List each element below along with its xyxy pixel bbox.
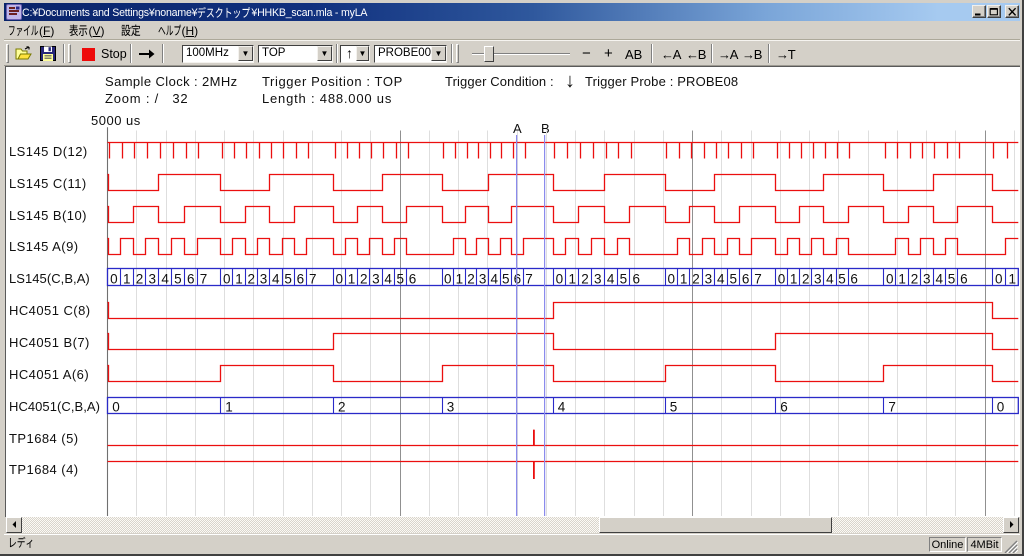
svg-text:7: 7 bbox=[888, 399, 896, 414]
svg-text:4: 4 bbox=[607, 271, 615, 286]
svg-text:1: 1 bbox=[898, 271, 906, 286]
svg-text:1: 1 bbox=[235, 271, 243, 286]
svg-text:4: 4 bbox=[161, 271, 169, 286]
svg-text:3: 3 bbox=[260, 271, 268, 286]
svg-text:0: 0 bbox=[444, 271, 452, 286]
svg-text:5: 5 bbox=[948, 271, 956, 286]
svg-text:2: 2 bbox=[360, 271, 368, 286]
svg-text:6: 6 bbox=[742, 271, 750, 286]
svg-text:6: 6 bbox=[960, 271, 968, 286]
svg-text:7: 7 bbox=[525, 271, 533, 286]
svg-text:2: 2 bbox=[467, 271, 475, 286]
svg-text:6: 6 bbox=[187, 271, 195, 286]
svg-text:5: 5 bbox=[174, 271, 182, 286]
svg-text:7: 7 bbox=[200, 271, 208, 286]
svg-text:1: 1 bbox=[225, 399, 233, 414]
svg-text:5: 5 bbox=[397, 271, 405, 286]
svg-text:0: 0 bbox=[667, 271, 675, 286]
svg-text:0: 0 bbox=[778, 271, 786, 286]
svg-text:3: 3 bbox=[594, 271, 602, 286]
svg-text:3: 3 bbox=[814, 271, 822, 286]
svg-text:2: 2 bbox=[247, 271, 255, 286]
svg-text:1: 1 bbox=[1008, 271, 1016, 286]
svg-text:0: 0 bbox=[997, 399, 1005, 414]
svg-text:0: 0 bbox=[110, 271, 118, 286]
svg-text:6: 6 bbox=[632, 271, 640, 286]
svg-text:0: 0 bbox=[112, 399, 120, 414]
svg-text:3: 3 bbox=[372, 271, 380, 286]
svg-text:2: 2 bbox=[692, 271, 700, 286]
svg-text:4: 4 bbox=[384, 271, 392, 286]
svg-text:5: 5 bbox=[670, 399, 678, 414]
svg-text:7: 7 bbox=[309, 271, 317, 286]
svg-text:5: 5 bbox=[838, 271, 846, 286]
svg-text:1: 1 bbox=[790, 271, 798, 286]
svg-text:2: 2 bbox=[911, 271, 919, 286]
svg-text:4: 4 bbox=[490, 271, 498, 286]
svg-text:3: 3 bbox=[705, 271, 713, 286]
svg-text:6: 6 bbox=[780, 399, 788, 414]
svg-text:7: 7 bbox=[754, 271, 762, 286]
svg-text:2: 2 bbox=[581, 271, 589, 286]
svg-text:4: 4 bbox=[826, 271, 834, 286]
svg-text:5: 5 bbox=[729, 271, 737, 286]
svg-text:2: 2 bbox=[338, 399, 346, 414]
svg-text:5: 5 bbox=[502, 271, 510, 286]
svg-text:4: 4 bbox=[558, 399, 566, 414]
svg-text:6: 6 bbox=[409, 271, 417, 286]
svg-text:1: 1 bbox=[568, 271, 576, 286]
svg-text:1: 1 bbox=[123, 271, 131, 286]
svg-text:6: 6 bbox=[514, 271, 522, 286]
svg-text:3: 3 bbox=[479, 271, 487, 286]
svg-text:0: 0 bbox=[886, 271, 894, 286]
svg-text:3: 3 bbox=[447, 399, 455, 414]
svg-text:4: 4 bbox=[717, 271, 725, 286]
svg-text:2: 2 bbox=[802, 271, 810, 286]
svg-text:5: 5 bbox=[620, 271, 628, 286]
svg-text:1: 1 bbox=[680, 271, 688, 286]
svg-text:1: 1 bbox=[348, 271, 356, 286]
svg-text:1: 1 bbox=[456, 271, 464, 286]
svg-text:2: 2 bbox=[136, 271, 144, 286]
svg-text:4: 4 bbox=[935, 271, 943, 286]
svg-text:4: 4 bbox=[272, 271, 280, 286]
svg-text:0: 0 bbox=[336, 271, 344, 286]
svg-text:0: 0 bbox=[556, 271, 564, 286]
svg-text:6: 6 bbox=[297, 271, 305, 286]
svg-text:6: 6 bbox=[850, 271, 858, 286]
svg-text:0: 0 bbox=[995, 271, 1003, 286]
svg-text:3: 3 bbox=[923, 271, 931, 286]
svg-text:5: 5 bbox=[284, 271, 292, 286]
svg-text:0: 0 bbox=[223, 271, 231, 286]
svg-text:3: 3 bbox=[149, 271, 157, 286]
